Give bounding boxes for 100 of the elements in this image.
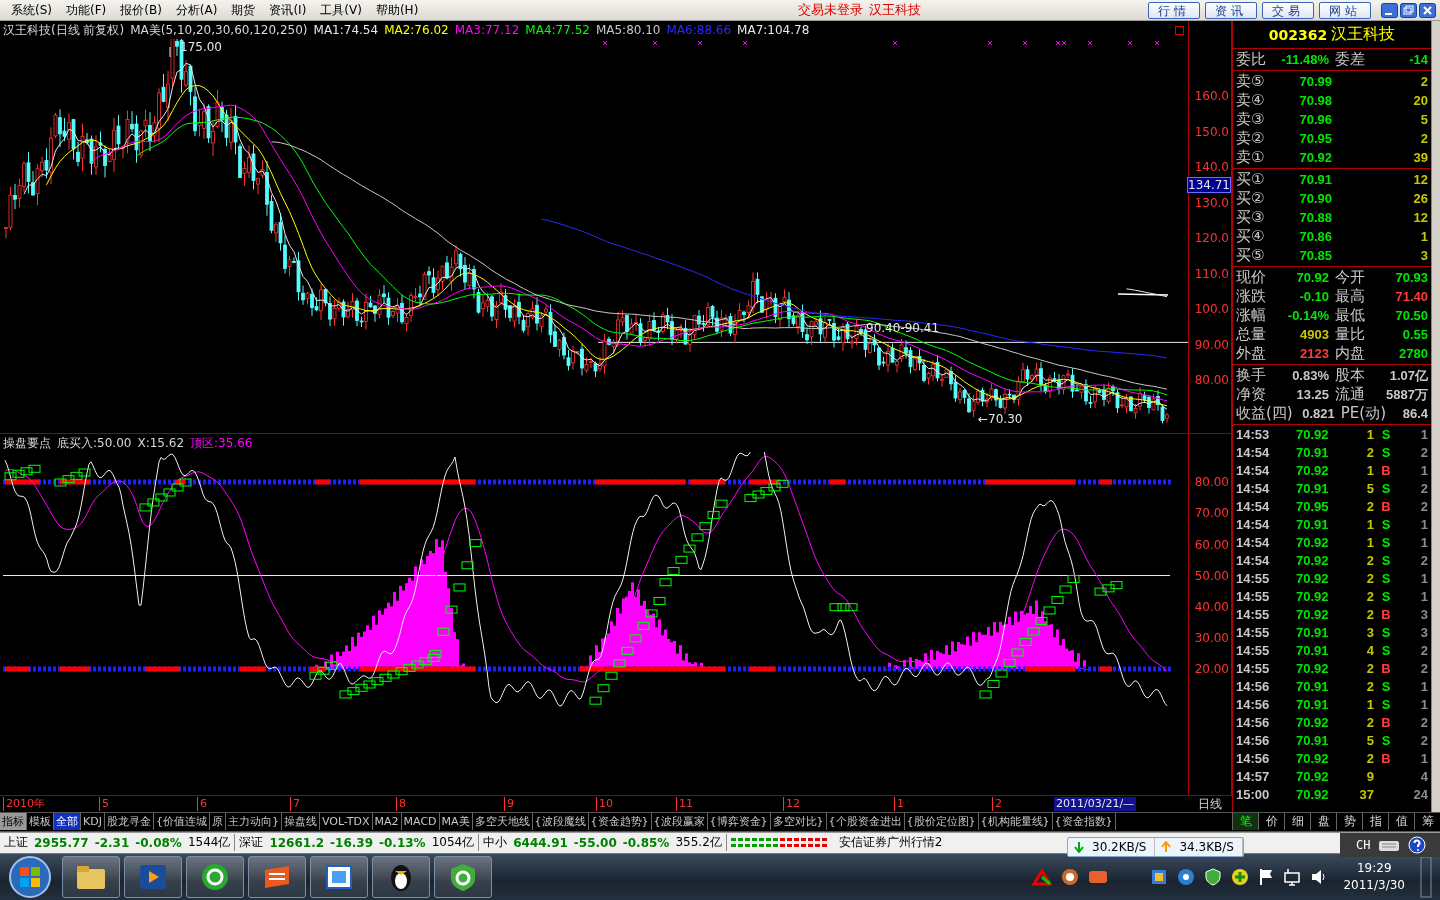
indicator-tab[interactable]: 多空对比} bbox=[770, 813, 827, 831]
panel-tab[interactable]: 笔 bbox=[1232, 813, 1258, 831]
panel-tab[interactable]: 指 bbox=[1362, 813, 1388, 831]
axis-label: 40.00 bbox=[1194, 600, 1229, 614]
clock[interactable]: 19:29 2011/3/30 bbox=[1337, 859, 1411, 894]
trade-time: 14:55 bbox=[1236, 588, 1271, 604]
indicator-tab[interactable]: 主力动向} bbox=[225, 813, 282, 831]
indicator-tab[interactable]: MA2 bbox=[372, 813, 402, 831]
trade-count: 2 bbox=[1419, 480, 1429, 496]
trade-side: S bbox=[1380, 570, 1392, 586]
trade-count: 1 bbox=[1419, 678, 1429, 694]
panel-tab[interactable]: 势 bbox=[1336, 813, 1362, 831]
order-price: 70.85 bbox=[1298, 248, 1332, 264]
cursor-date-label: 2011/03/21/— bbox=[1054, 797, 1137, 812]
quote-value: 13.25 bbox=[1295, 387, 1329, 403]
trade-count: 2 bbox=[1419, 444, 1429, 460]
indicator-name: MA美(5,10,20,30,60,120,250) bbox=[130, 21, 308, 39]
indicator-tab[interactable]: 多空天地线 bbox=[472, 813, 533, 831]
panel-tab[interactable]: 细 bbox=[1284, 813, 1310, 831]
order-price: 70.88 bbox=[1298, 210, 1332, 226]
trade-volume: 3 bbox=[1365, 624, 1375, 640]
order-volume: 39 bbox=[1412, 150, 1429, 166]
trade-volume: 5 bbox=[1365, 480, 1375, 496]
panel-tab[interactable]: 值 bbox=[1388, 813, 1414, 831]
indicator-tab[interactable]: {波段赢家 bbox=[651, 813, 708, 831]
quote-value: 0.83% bbox=[1291, 368, 1329, 384]
top-nav-button[interactable]: 网站 bbox=[1319, 1, 1371, 19]
indicator-tab[interactable]: KDJ bbox=[81, 813, 105, 831]
axis-label: 150.0 bbox=[1194, 124, 1229, 139]
indicator-tab[interactable]: 原 bbox=[209, 813, 226, 831]
trade-count: 4 bbox=[1419, 768, 1429, 784]
ma-value: MA5:80.10 bbox=[595, 23, 661, 38]
indicator-tab[interactable]: {个股资金进出 bbox=[826, 813, 905, 831]
panel-tab[interactable]: 盘 bbox=[1310, 813, 1336, 831]
trade-time: 14:57 bbox=[1236, 768, 1271, 784]
menu-item[interactable]: 期货 bbox=[224, 0, 263, 21]
trade-side: S bbox=[1380, 516, 1392, 532]
indicator-tab[interactable]: {股价定位图} bbox=[904, 813, 979, 831]
indicator-tab[interactable]: {价值连城 bbox=[153, 813, 210, 831]
trade-count: 24 bbox=[1412, 786, 1429, 802]
order-volume: 26 bbox=[1412, 191, 1429, 207]
panel-tab[interactable]: 筹 bbox=[1414, 813, 1440, 831]
indicator-tab[interactable]: {机构能量线} bbox=[978, 813, 1053, 831]
date-label: 10 bbox=[596, 797, 613, 812]
menu-item[interactable]: 资讯(I) bbox=[262, 0, 314, 21]
indicator-tab[interactable]: {资金指数} bbox=[1052, 813, 1116, 831]
trade-side: S bbox=[1380, 624, 1392, 640]
indicator-tab[interactable]: 全部 bbox=[54, 813, 81, 831]
trade-time: 14:55 bbox=[1236, 624, 1271, 640]
ma-value: MA2:76.02 bbox=[384, 23, 449, 38]
index-percent: -0.85% bbox=[622, 835, 670, 850]
indicator-name: 操盘要点 bbox=[3, 434, 51, 452]
ma-value: MA1:74.54 bbox=[313, 23, 379, 38]
indicator-tab[interactable]: MACD bbox=[401, 813, 440, 831]
indicator-tab[interactable]: 股龙寻金 bbox=[104, 813, 154, 831]
order-level-label: 卖② bbox=[1236, 129, 1266, 149]
trade-count: 1 bbox=[1419, 426, 1429, 442]
indicator-tab[interactable]: MA美 bbox=[439, 813, 473, 831]
index-change: -2.31 bbox=[94, 835, 130, 850]
menu-item[interactable]: 功能(F) bbox=[59, 0, 114, 21]
trade-side: B bbox=[1380, 462, 1392, 478]
index-change: -16.39 bbox=[330, 835, 373, 850]
indicator-tab[interactable]: {资金趋势} bbox=[588, 813, 652, 831]
quote-label: 净资 bbox=[1236, 385, 1266, 405]
menu-item[interactable]: 报价(B) bbox=[113, 0, 169, 21]
order-volume: 5 bbox=[1419, 112, 1429, 128]
menu-item[interactable]: 帮助(H) bbox=[368, 0, 426, 21]
trade-side: S bbox=[1380, 678, 1392, 694]
axis-label: 130.0 bbox=[1194, 195, 1229, 210]
trade-volume: 2 bbox=[1365, 750, 1375, 766]
trade-side: S bbox=[1380, 588, 1392, 604]
quote-label: 最低 bbox=[1335, 306, 1365, 326]
top-nav-button[interactable]: 交易 bbox=[1262, 1, 1314, 19]
top-nav-button[interactable]: 行情 bbox=[1148, 1, 1200, 19]
indicator-tab[interactable]: {波段魔线 bbox=[532, 813, 589, 831]
trade-price: 70.92 bbox=[1296, 768, 1330, 784]
trade-time: 14:53 bbox=[1236, 426, 1271, 442]
menu-item[interactable]: 系统(S) bbox=[4, 0, 59, 21]
index-amount: 355.2亿 bbox=[675, 834, 722, 852]
menu-item[interactable]: 工具(V) bbox=[313, 0, 369, 21]
trade-volume: 5 bbox=[1365, 732, 1375, 748]
trade-time: 14:54 bbox=[1236, 516, 1271, 532]
index-value: 2955.77 bbox=[34, 835, 89, 850]
quote-value: -11.48% bbox=[1280, 52, 1329, 68]
indicator-tab[interactable]: {博弈资金} bbox=[707, 813, 771, 831]
top-nav-button[interactable]: 资讯 bbox=[1205, 1, 1257, 19]
trade-side: S bbox=[1380, 552, 1392, 568]
trade-side: S bbox=[1380, 696, 1392, 712]
trade-count: 2 bbox=[1419, 642, 1429, 658]
quote-value: 4903 bbox=[1299, 327, 1329, 343]
panel-tab[interactable]: 价 bbox=[1258, 813, 1284, 831]
indicator-tab[interactable]: 操盘线 bbox=[281, 813, 320, 831]
indicator-button[interactable]: 指标 bbox=[0, 813, 27, 831]
index-value: 12661.2 bbox=[269, 835, 325, 850]
ma-value: MA4:77.52 bbox=[525, 23, 590, 38]
date-label: 12 bbox=[783, 797, 800, 812]
download-speed: 30.2KB/S bbox=[1084, 837, 1156, 856]
menu-item[interactable]: 分析(A) bbox=[168, 0, 225, 21]
indicator-tab[interactable]: VOL-TDX bbox=[319, 813, 373, 831]
order-price: 70.91 bbox=[1298, 172, 1332, 188]
